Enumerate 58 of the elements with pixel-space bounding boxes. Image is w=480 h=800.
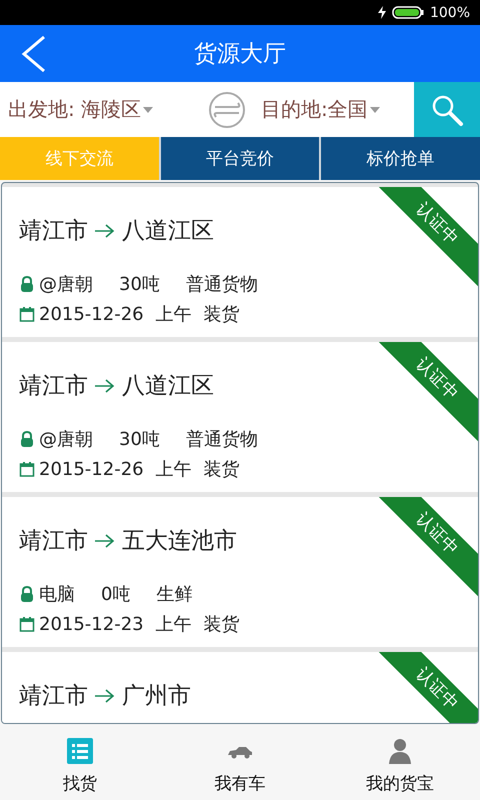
back-icon[interactable] — [20, 35, 48, 73]
listing-card[interactable]: 靖江市 八道江区 @唐朝 30吨 普通货物 2015-12-26 上午 装货 认证中 — [2, 187, 478, 337]
lock-icon — [19, 586, 35, 602]
cargo-weight: 30吨 — [119, 428, 160, 451]
cargo-weight: 0吨 — [101, 583, 130, 606]
load-action: 装货 — [204, 303, 240, 326]
load-date: 2015-12-26 — [39, 304, 144, 324]
cargo-type: 生鲜 — [156, 583, 192, 606]
cargo-type: 普通货物 — [186, 428, 258, 451]
load-time: 上午 — [156, 303, 192, 326]
arrow-icon — [94, 378, 116, 394]
origin-city: 靖江市 — [19, 217, 88, 246]
origin-city: 靖江市 — [19, 682, 88, 711]
tab[interactable]: 标价抢单 — [321, 137, 480, 180]
arrow-icon — [94, 532, 116, 548]
nav-item[interactable]: 我的货宝 — [320, 724, 480, 800]
listing-card[interactable]: 靖江市 八道江区 @唐朝 30吨 普通货物 2015-12-26 上午 装货 认证中 — [2, 342, 478, 492]
shipper-name: 电脑 — [39, 583, 75, 606]
destination-city: 五大连池市 — [122, 527, 237, 556]
load-date: 2015-12-26 — [39, 458, 144, 480]
nav-item[interactable]: 我有车 — [160, 724, 320, 800]
battery-percent: 100% — [430, 4, 470, 20]
cargo-weight: 30吨 — [119, 273, 160, 296]
arrow-icon — [94, 688, 116, 704]
origin-city: 靖江市 — [19, 372, 88, 401]
lock-icon — [19, 276, 35, 292]
destination-city: 八道江区 — [122, 217, 214, 246]
calendar-icon — [19, 461, 35, 477]
destination-city: 广州市 — [122, 682, 191, 711]
calendar-icon — [19, 306, 35, 322]
lock-icon — [19, 431, 35, 447]
origin-selector[interactable]: 出发地: 海陵区 — [8, 96, 142, 123]
shipper-name: @唐朝 — [39, 428, 93, 451]
charging-icon — [378, 6, 386, 19]
load-action: 装货 — [204, 458, 240, 481]
tab[interactable]: 平台竞价 — [160, 137, 320, 180]
shipper-name: @唐朝 — [39, 273, 93, 296]
page-title: 货源大厅 — [194, 40, 286, 69]
destination-city: 八道江区 — [122, 372, 214, 401]
load-action: 装货 — [204, 613, 240, 636]
arrow-icon — [94, 222, 116, 238]
nav-item[interactable]: 找货 — [0, 724, 160, 800]
dropdown-caret-icon[interactable] — [143, 106, 154, 112]
listing-card[interactable]: 靖江市 广州市 认证中 — [2, 652, 478, 723]
calendar-icon — [19, 616, 35, 632]
list-icon — [67, 738, 93, 764]
battery-icon — [392, 6, 424, 19]
load-time: 上午 — [156, 613, 192, 636]
load-date: 2015-12-23 — [39, 614, 144, 634]
search-button[interactable] — [414, 82, 480, 137]
dropdown-caret-icon[interactable] — [370, 106, 380, 112]
origin-city: 靖江市 — [19, 527, 88, 556]
cargo-type: 普通货物 — [186, 273, 258, 296]
destination-selector[interactable]: 目的地:全国 — [261, 96, 368, 123]
person-icon — [387, 738, 413, 764]
listing-card[interactable]: 靖江市 五大连池市 电脑 0吨 生鲜 2015-12-23 上午 装货 认证中 — [2, 497, 478, 647]
swap-icon[interactable] — [207, 90, 247, 130]
load-time: 上午 — [156, 458, 192, 481]
